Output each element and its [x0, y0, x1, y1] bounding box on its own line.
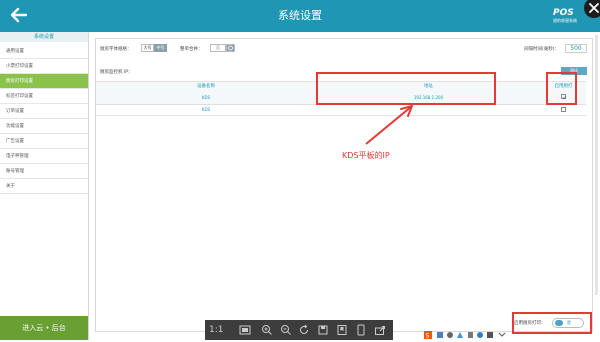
sidebar-item-scale[interactable]: 电子秤管理: [0, 149, 88, 164]
tray-icons[interactable]: S: [423, 330, 513, 340]
sidebar-item-kitchen-print[interactable]: 厨房打印设置: [0, 74, 88, 89]
zoom-out-icon[interactable]: [280, 324, 292, 336]
sidebar-item-label-print[interactable]: 标签打印设置: [0, 89, 88, 104]
table-row[interactable]: KDS: [96, 104, 586, 116]
sidebar-item-features[interactable]: 功能设置: [0, 119, 88, 134]
svg-text:S: S: [426, 333, 430, 340]
sidebar-item-general[interactable]: 通用设置: [0, 44, 88, 59]
image-viewer-toolbar: 1:1: [205, 320, 393, 340]
sidebar-item-ads[interactable]: 广告设置: [0, 134, 88, 149]
scrollbar[interactable]: [595, 35, 598, 295]
poll-interval-input[interactable]: 500: [565, 44, 587, 53]
merge-order-toggle[interactable]: [226, 44, 235, 52]
zoom-ratio[interactable]: 1:1: [209, 320, 223, 340]
checkbox-icon[interactable]: [561, 107, 566, 112]
sidebar-item-receipt-print[interactable]: 小票打印设置: [0, 59, 88, 74]
device-name-cell: KDS: [201, 107, 211, 112]
font-size-option-large[interactable]: 大号: [141, 44, 154, 52]
save-icon[interactable]: [317, 324, 329, 336]
sidebar: 系统设置 通用设置 小票打印设置 厨房打印设置 标签打印设置 订单设置 功能设置…: [0, 32, 89, 340]
font-size-option-medium[interactable]: 中号: [154, 44, 167, 52]
toggle-circle-icon: [228, 45, 233, 51]
sidebar-item-about[interactable]: 关于: [0, 179, 88, 194]
system-tray: S: [423, 330, 513, 340]
bookmark-icon[interactable]: [336, 324, 348, 336]
column-header-device-name: 设备名称: [197, 84, 215, 89]
merge-order-label: 整单合并：: [180, 47, 203, 52]
annotation-text: KDS平板的IP: [342, 151, 390, 160]
poll-interval-label: 间隔时间(毫秒)：: [524, 47, 560, 52]
rotate-icon[interactable]: [298, 324, 310, 336]
phone-icon[interactable]: [355, 324, 367, 336]
toggle-knob: [555, 320, 563, 326]
cloud-backend-button[interactable]: 进入云 • 后台: [0, 316, 88, 340]
close-icon: [589, 3, 599, 13]
enable-kitchen-print-label: 启用厨房打印：: [514, 321, 546, 326]
fit-screen-icon[interactable]: [239, 324, 251, 336]
enable-kitchen-print-toggle[interactable]: 是: [552, 318, 584, 328]
zoom-in-icon[interactable]: [261, 324, 273, 336]
annotation-arrow-icon: [365, 105, 413, 145]
font-size-label: 厨房字体规格：: [100, 47, 132, 52]
toggle-value: 是: [567, 320, 571, 325]
enable-column-annotation-box: [546, 72, 577, 105]
sidebar-item-order[interactable]: 订单设置: [0, 104, 88, 119]
sidebar-item-account[interactable]: 账号管理: [0, 164, 88, 179]
merge-order-value[interactable]: 否: [210, 44, 226, 52]
close-button[interactable]: [584, 0, 600, 18]
top-bar: 系统设置 POS 银豹收银系统: [0, 0, 600, 32]
page-title: 系统设置: [278, 9, 322, 22]
share-icon[interactable]: [374, 324, 386, 336]
device-name-cell[interactable]: KDS: [96, 95, 316, 100]
sidebar-header: 系统设置: [0, 32, 88, 42]
kitchen-monitor-ip-label: 厨房监控机 IP：: [100, 70, 133, 75]
